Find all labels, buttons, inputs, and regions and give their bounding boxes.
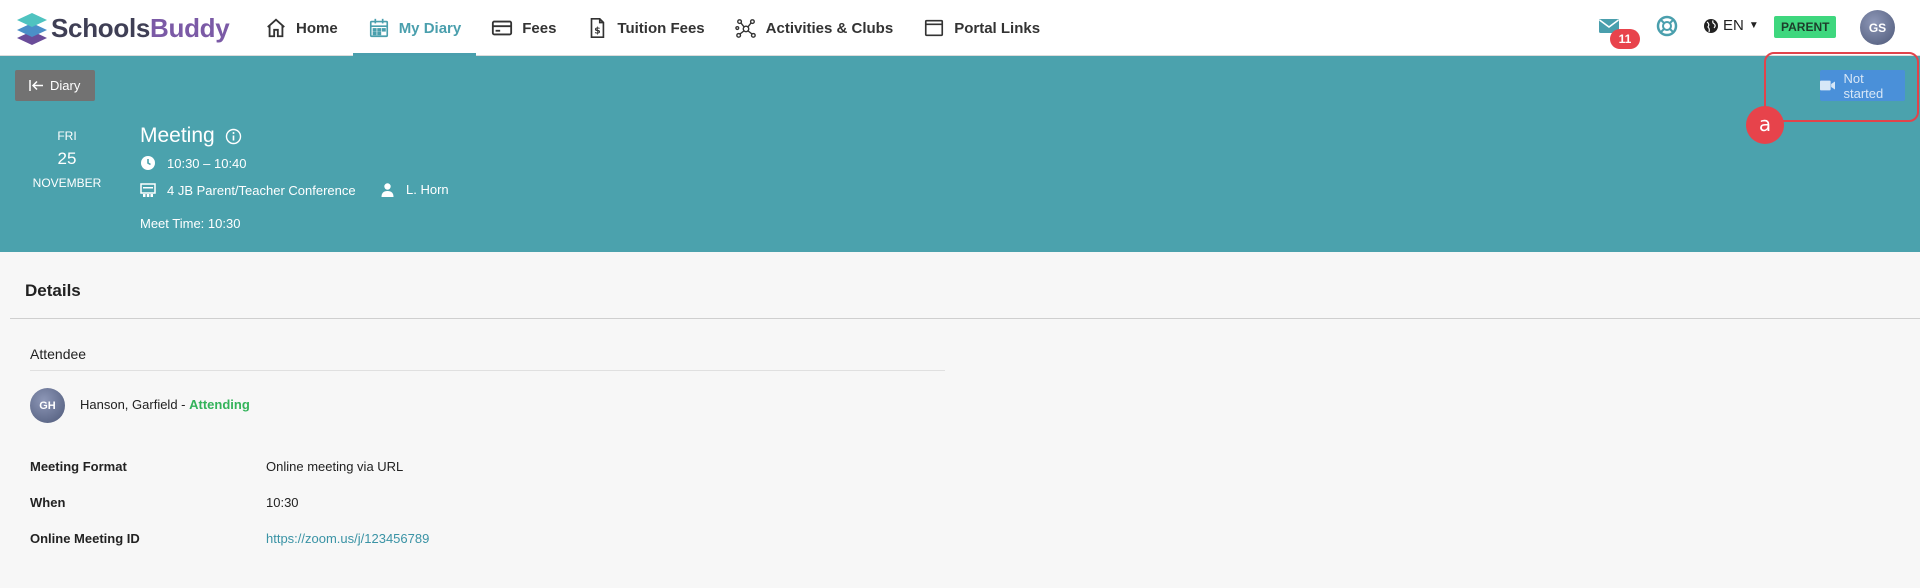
event-location: 4 JB Parent/Teacher Conference	[167, 182, 356, 198]
when-value: 10:30	[266, 495, 299, 510]
clock-icon	[141, 156, 155, 170]
top-navbar: SchoolsBuddy Home My Diary Fees $ Tuitio…	[0, 0, 1920, 56]
layers-logo-icon	[17, 13, 47, 45]
chevron-down-icon: ▼	[1748, 20, 1759, 31]
help-lifebuoy-icon[interactable]	[1656, 15, 1678, 37]
dollar-document-icon: $	[591, 18, 605, 38]
section-divider	[10, 318, 1920, 319]
nav-label: Activities & Clubs	[765, 19, 894, 37]
nav-item-portal-links[interactable]: Portal Links	[908, 0, 1055, 56]
attendee-separator: -	[177, 397, 190, 412]
annotation-highlight-box	[1764, 52, 1919, 122]
nav-label: Tuition Fees	[617, 19, 705, 37]
mail-count-badge: 11	[1610, 29, 1640, 49]
nav-label: Home	[296, 19, 338, 37]
when-label: When	[30, 495, 66, 510]
meet-time: Meet Time: 10:30	[140, 216, 241, 231]
event-title: Meeting	[140, 124, 215, 147]
back-to-diary-button[interactable]: Diary	[15, 70, 96, 101]
event-time-row: 10:30 – 10:40	[140, 155, 247, 171]
language-label: EN	[1723, 17, 1744, 34]
event-date: FRI 25 NOVEMBER	[18, 129, 116, 190]
attendee-divider	[30, 370, 945, 371]
conference-room-icon	[140, 183, 156, 197]
attendee-name: Hanson, Garfield	[80, 397, 178, 412]
event-organizer-row: L. Horn	[380, 182, 449, 197]
credit-card-icon	[492, 20, 513, 36]
nav-label: Portal Links	[954, 19, 1041, 37]
nav-item-fees[interactable]: Fees	[476, 0, 571, 56]
schoolsbuddy-logo[interactable]: SchoolsBuddy	[14, 7, 230, 49]
home-icon	[267, 18, 285, 38]
globe-icon	[1704, 18, 1718, 33]
event-title-row: Meeting	[140, 124, 242, 148]
nav-item-my-diary[interactable]: My Diary	[352, 0, 477, 56]
logo-text: SchoolsBuddy	[51, 12, 230, 43]
nav-label: Fees	[522, 19, 557, 37]
annotation-marker: a	[1746, 106, 1784, 144]
calendar-icon	[369, 18, 388, 38]
person-icon	[381, 183, 394, 197]
svg-text:$: $	[595, 26, 601, 37]
network-icon	[734, 19, 756, 38]
attendee-status: Attending	[189, 397, 250, 412]
online-meeting-link[interactable]: https://zoom.us/j/123456789	[266, 531, 429, 546]
language-selector[interactable]: EN ▼	[1703, 17, 1759, 34]
info-icon[interactable]	[225, 128, 242, 145]
nav-item-home[interactable]: Home	[250, 0, 353, 56]
event-time: 10:30 – 10:40	[167, 155, 247, 171]
arrow-left-bar-icon	[29, 80, 43, 91]
nav-label: My Diary	[398, 19, 462, 37]
month-name: NOVEMBER	[32, 176, 102, 190]
day-of-week: FRI	[57, 129, 77, 143]
attendee-avatar: GH	[30, 388, 65, 423]
attendee-heading: Attendee	[30, 346, 87, 362]
window-icon	[925, 19, 944, 37]
event-organizer: L. Horn	[406, 182, 449, 197]
user-avatar[interactable]: GS	[1860, 10, 1895, 45]
nav-item-tuition-fees[interactable]: $ Tuition Fees	[571, 0, 719, 56]
online-meeting-id-label: Online Meeting ID	[30, 531, 140, 546]
details-heading: Details	[25, 281, 81, 300]
meeting-format-label: Meeting Format	[30, 459, 127, 474]
main-nav: Home My Diary Fees $ Tuition Fees Activi…	[250, 0, 1055, 56]
day-number: 25	[57, 149, 77, 168]
meeting-format-value: Online meeting via URL	[266, 459, 404, 474]
back-button-label: Diary	[50, 78, 81, 93]
attendee-entry: Hanson, Garfield - Attending	[80, 397, 250, 412]
nav-item-activities-clubs[interactable]: Activities & Clubs	[720, 0, 909, 56]
event-location-row: 4 JB Parent/Teacher Conference	[140, 182, 356, 198]
event-header: Diary FRI 25 NOVEMBER Meeting 10:30 – 10…	[0, 56, 1920, 252]
role-badge: PARENT	[1774, 16, 1837, 38]
